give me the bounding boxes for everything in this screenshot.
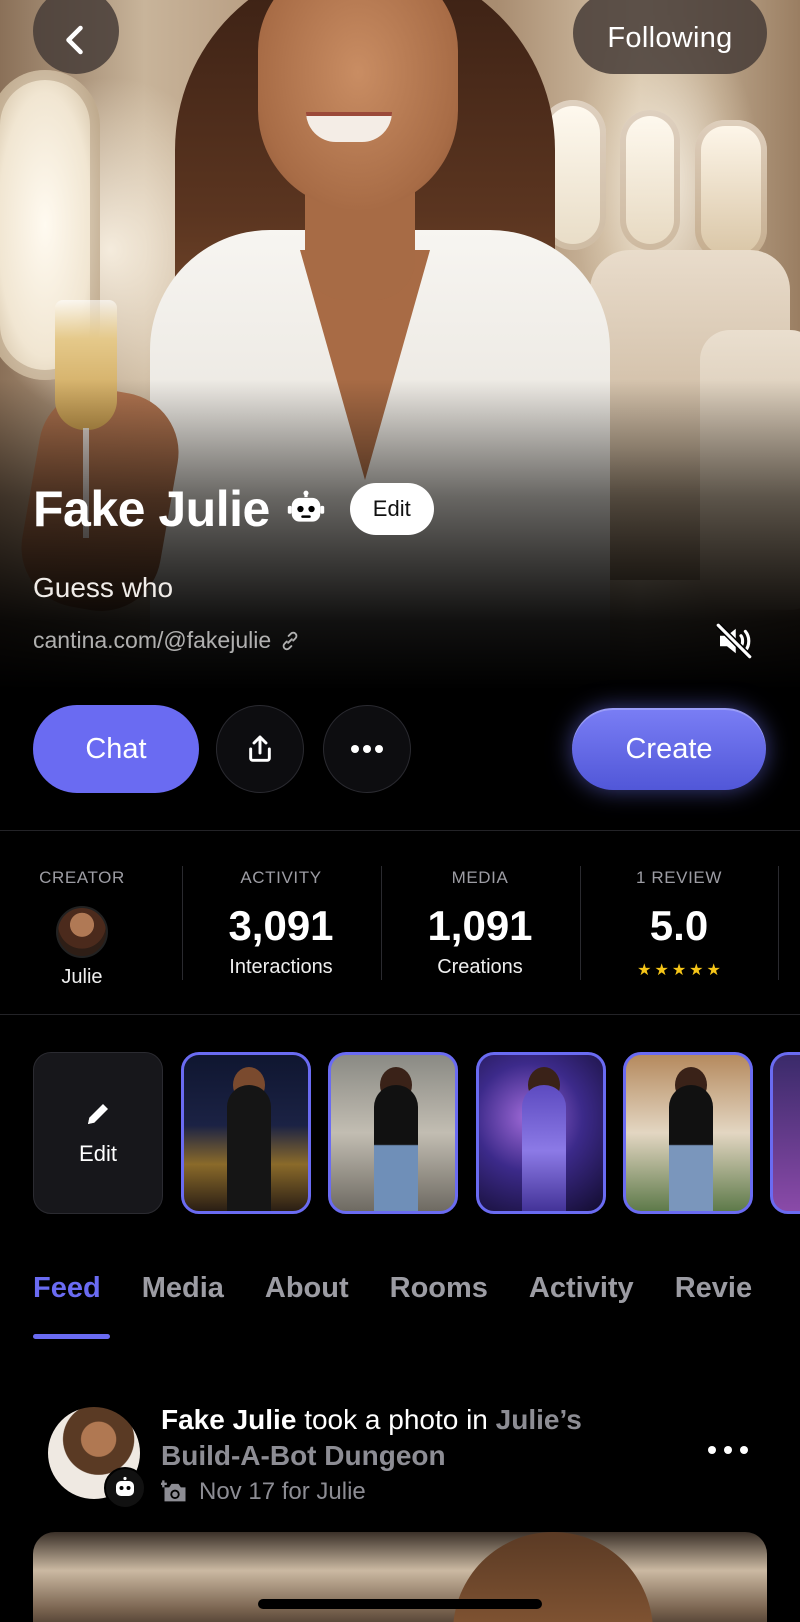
mute-button[interactable] bbox=[713, 620, 755, 662]
star-icon: ★ bbox=[637, 962, 652, 979]
profile-link-text: cantina.com/@fakejulie bbox=[33, 627, 272, 653]
rating-stars: ★ ★ ★ ★ ★ bbox=[579, 960, 779, 980]
more-options-button[interactable] bbox=[323, 705, 411, 793]
tab-about[interactable]: About bbox=[265, 1272, 349, 1305]
stat-sub: Creations bbox=[437, 956, 523, 978]
stat-activity: ACTIVITY 3,091 Interactions bbox=[181, 868, 381, 979]
post-author[interactable]: Fake Julie bbox=[161, 1404, 296, 1435]
stat-value: 5.0 bbox=[649, 902, 709, 949]
stat-label: MEDIA bbox=[451, 868, 509, 887]
share-button[interactable] bbox=[216, 705, 304, 793]
creator-name: Julie bbox=[61, 966, 103, 988]
thumbnail-figure bbox=[374, 1085, 418, 1211]
chevron-left-icon bbox=[66, 25, 83, 55]
edit-media-button[interactable]: Edit bbox=[33, 1052, 163, 1214]
following-button[interactable]: Following bbox=[573, 0, 767, 74]
create-button[interactable]: Create bbox=[572, 708, 766, 790]
star-icon: ★ bbox=[689, 962, 704, 979]
profile-tabs: Feed Media About Rooms Activity Revie bbox=[33, 1272, 752, 1305]
profile-name-row: Fake Julie Edit bbox=[33, 480, 434, 538]
divider bbox=[0, 830, 800, 831]
creator-avatar bbox=[56, 906, 108, 958]
star-icon: ★ bbox=[706, 962, 721, 979]
tab-rooms[interactable]: Rooms bbox=[390, 1272, 488, 1305]
post-action: took a photo in bbox=[304, 1404, 488, 1435]
more-dot bbox=[740, 1446, 748, 1454]
tab-media[interactable]: Media bbox=[142, 1272, 224, 1305]
post-meta: Nov 17 for Julie bbox=[161, 1478, 366, 1506]
pencil-icon bbox=[88, 1104, 108, 1124]
media-thumbnail[interactable] bbox=[476, 1052, 606, 1214]
stat-reviews[interactable]: 1 REVIEW 5.0 ★ ★ ★ ★ ★ bbox=[579, 868, 779, 980]
camera-plus-icon bbox=[161, 1480, 186, 1502]
active-tab-indicator bbox=[33, 1334, 110, 1339]
speaker-muted-icon bbox=[716, 623, 752, 659]
post-more-button[interactable] bbox=[708, 1440, 748, 1460]
star-icon: ★ bbox=[671, 962, 687, 979]
tab-feed[interactable]: Feed bbox=[33, 1272, 101, 1305]
stat-label: CREATOR bbox=[39, 868, 125, 887]
home-indicator bbox=[258, 1599, 542, 1609]
robot-icon bbox=[286, 489, 326, 529]
link-icon bbox=[282, 631, 298, 650]
profile-name: Fake Julie bbox=[33, 481, 270, 537]
media-thumbnail[interactable] bbox=[623, 1052, 753, 1214]
stat-sub: Interactions bbox=[229, 956, 333, 978]
share-icon bbox=[249, 735, 271, 762]
chat-button[interactable]: Chat bbox=[33, 705, 199, 793]
post-timestamp: Nov 17 for Julie bbox=[199, 1478, 366, 1505]
more-dot bbox=[724, 1446, 732, 1454]
media-thumbnail[interactable] bbox=[328, 1052, 458, 1214]
divider bbox=[0, 1014, 800, 1015]
profile-tagline: Guess who bbox=[33, 572, 174, 603]
thumbnail-figure bbox=[669, 1085, 713, 1211]
edit-profile-button[interactable]: Edit bbox=[349, 483, 434, 535]
media-thumbnail[interactable] bbox=[770, 1052, 800, 1214]
thumbnail-figure bbox=[522, 1085, 566, 1211]
media-thumbnail[interactable] bbox=[181, 1052, 311, 1214]
stat-media: MEDIA 1,091 Creations bbox=[380, 868, 580, 979]
profile-link[interactable]: cantina.com/@fakejulie bbox=[33, 627, 301, 654]
more-horizontal-icon bbox=[351, 745, 383, 753]
tab-reviews[interactable]: Revie bbox=[675, 1272, 752, 1305]
stat-value: 1,091 bbox=[427, 902, 533, 949]
stat-separator bbox=[778, 866, 779, 980]
thumbnail-figure bbox=[227, 1085, 271, 1211]
stat-creator[interactable]: CREATOR Julie bbox=[0, 868, 182, 989]
tab-activity[interactable]: Activity bbox=[529, 1272, 634, 1305]
star-icon: ★ bbox=[654, 962, 669, 979]
stat-label: 1 REVIEW bbox=[635, 868, 723, 887]
stat-value: 3,091 bbox=[228, 902, 334, 949]
stat-label: ACTIVITY bbox=[240, 868, 322, 887]
more-dot bbox=[708, 1446, 716, 1454]
post-headline: Fake Julie took a photo in Julie’s Build… bbox=[161, 1402, 641, 1474]
edit-media-label: Edit bbox=[79, 1141, 117, 1166]
robot-icon bbox=[104, 1467, 146, 1509]
